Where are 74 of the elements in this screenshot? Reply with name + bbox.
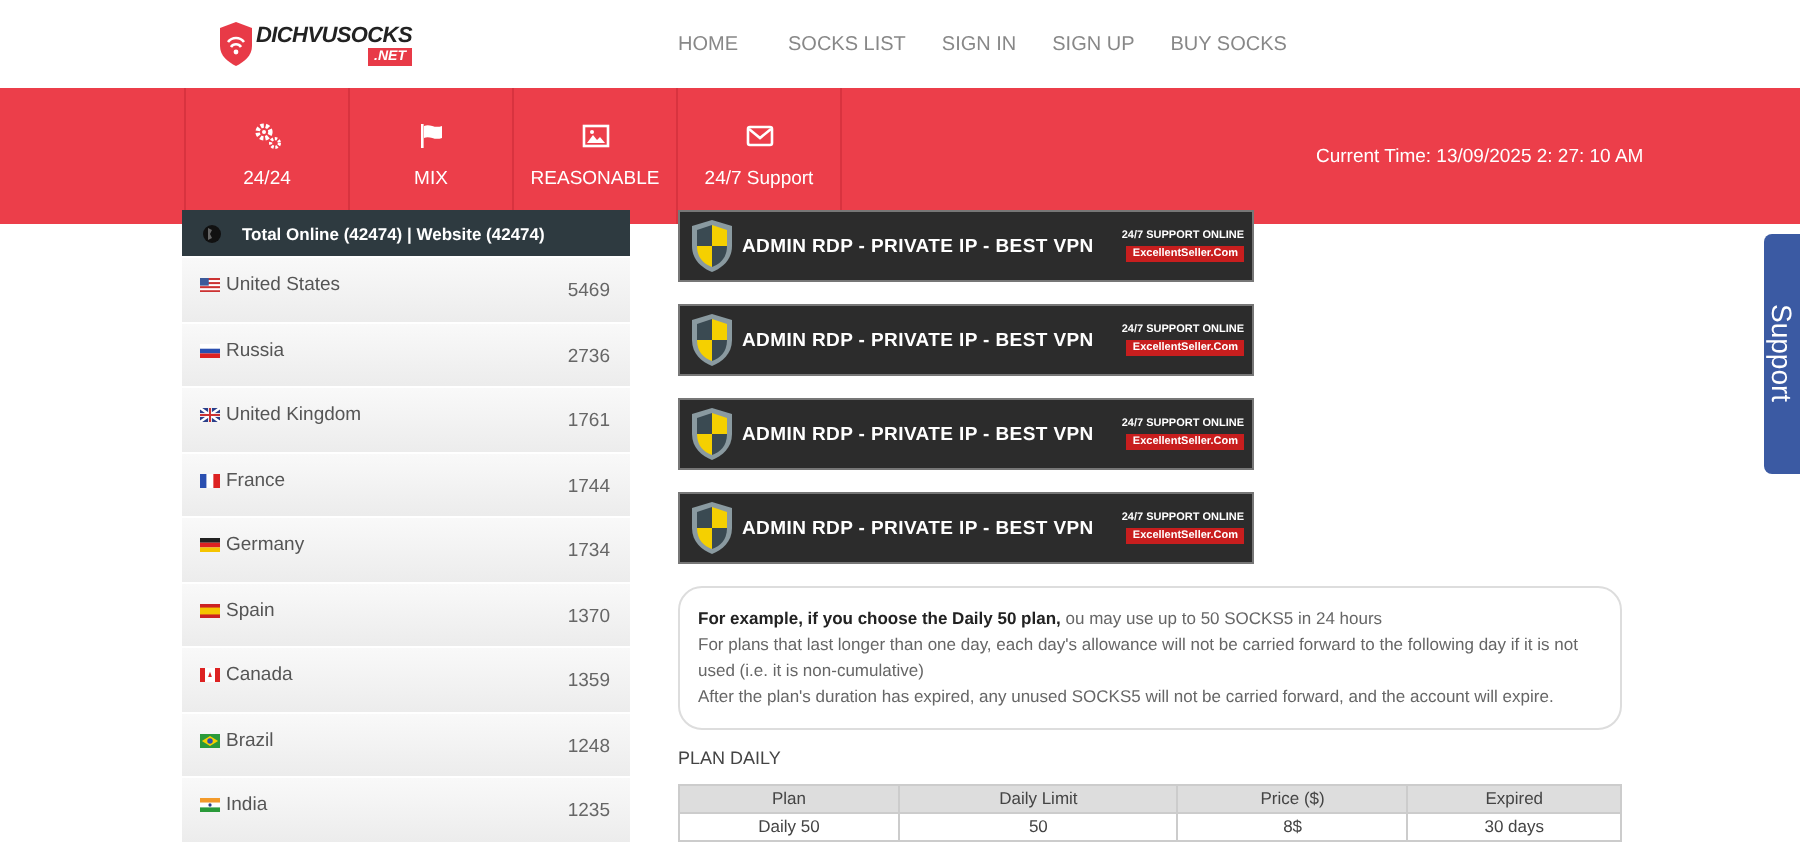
feature-label: REASONABLE — [530, 168, 660, 190]
banner-headline: ADMIN RDP - PRIVATE IP - BEST VPN — [742, 329, 1094, 351]
country-count: 1235 — [567, 800, 610, 822]
gears-icon — [253, 122, 281, 150]
image-icon — [581, 122, 609, 150]
flag-icon — [200, 668, 220, 682]
flag-icon — [200, 538, 220, 552]
country-name: Spain — [226, 599, 275, 621]
support-tab[interactable]: Support — [1764, 234, 1800, 474]
nav-link[interactable]: SIGN IN — [923, 33, 1035, 55]
flag-icon — [200, 473, 220, 487]
country-row[interactable]: United States 5469 — [182, 258, 630, 321]
flag-icon — [200, 798, 220, 812]
logo-text[interactable]: DICHVUSOCKS — [256, 23, 412, 47]
table-cell: 8$ — [1177, 813, 1408, 841]
column-header: Daily Limit — [898, 785, 1178, 813]
country-count: 1761 — [567, 410, 610, 432]
info-text: After the plan's duration has expired, any unused SOCKS5 will not be carried forward, and the account will expire. — [698, 684, 1556, 710]
feature-label: 24/7 Support — [704, 168, 814, 190]
country-name: Canada — [226, 664, 293, 686]
nav-link[interactable]: SOCKS LIST — [770, 33, 924, 55]
country-count: 5469 — [567, 280, 610, 302]
country-name: Brazil — [226, 729, 274, 751]
table-cell: 30 days — [1407, 813, 1621, 841]
country-row[interactable]: Germany 1734 — [182, 518, 630, 581]
info-text: For plans that last longer than one day, each day's allowance will not be carried forward to the following day if it is not used (i.e. it is non-cumulative) — [698, 632, 1580, 684]
country-count: 1359 — [567, 670, 610, 692]
country-count: 1248 — [567, 735, 610, 757]
nav-link[interactable]: HOME — [660, 33, 770, 55]
nav-link[interactable]: SIGN UP — [1034, 33, 1153, 55]
shield-icon — [690, 500, 734, 556]
info-text: For example, if you choose the Daily 50 plan, ou may use up to 50 SOCKS5 in 24 hours — [698, 606, 1385, 632]
section-title: PLAN DAILY — [678, 748, 783, 768]
flag-icon — [417, 122, 445, 150]
nav-link[interactable]: BUY SOCKS — [1152, 33, 1305, 55]
shield-icon — [690, 218, 734, 274]
country-name: Germany — [226, 534, 305, 556]
shield-icon — [690, 406, 734, 462]
country-count: 1370 — [567, 605, 610, 627]
country-row[interactable]: Brazil 1248 — [182, 713, 630, 776]
country-row[interactable]: Canada 1359 — [182, 648, 630, 711]
country-row[interactable]: India 1235 — [182, 778, 630, 841]
country-name: India — [226, 794, 268, 816]
country-name: Russia — [226, 339, 285, 361]
banner-headline: ADMIN RDP - PRIVATE IP - BEST VPN — [742, 517, 1094, 539]
panel-title: Total Online (42474) | Website (42474) — [242, 223, 545, 243]
table-cell: Daily 50 — [679, 813, 899, 841]
country-row[interactable]: Russia 2736 — [182, 323, 630, 386]
flag-icon — [200, 343, 220, 357]
mail-icon — [745, 122, 773, 150]
table-cell: 50 — [898, 813, 1178, 841]
country-count: 2736 — [567, 345, 610, 367]
column-header: Plan — [679, 785, 899, 813]
flag-icon — [200, 733, 220, 747]
country-row[interactable]: Spain 1370 — [182, 583, 630, 646]
country-name: France — [226, 469, 286, 491]
country-row[interactable]: France 1744 — [182, 453, 630, 516]
flag-icon — [200, 408, 220, 422]
feature-label: MIX — [414, 168, 448, 190]
flag-icon — [200, 278, 220, 292]
shield-icon — [690, 312, 734, 368]
feature-label: 24/24 — [243, 168, 291, 190]
column-header: Expired — [1407, 785, 1621, 813]
country-name: United States — [226, 274, 341, 296]
banner-headline: ADMIN RDP - PRIVATE IP - BEST VPN — [742, 235, 1094, 257]
country-name: United Kingdom — [226, 404, 362, 426]
country-count: 1744 — [567, 475, 610, 497]
column-header: Price ($) — [1177, 785, 1408, 813]
country-row[interactable]: United Kingdom 1761 — [182, 388, 630, 451]
current-time: Current Time: 13/09/2025 2: 27: 10 AM — [1316, 145, 1644, 167]
flag-icon — [200, 603, 220, 617]
logo-shield-icon — [220, 22, 252, 66]
banner-headline: ADMIN RDP - PRIVATE IP - BEST VPN — [742, 423, 1094, 445]
country-count: 1734 — [567, 540, 610, 562]
